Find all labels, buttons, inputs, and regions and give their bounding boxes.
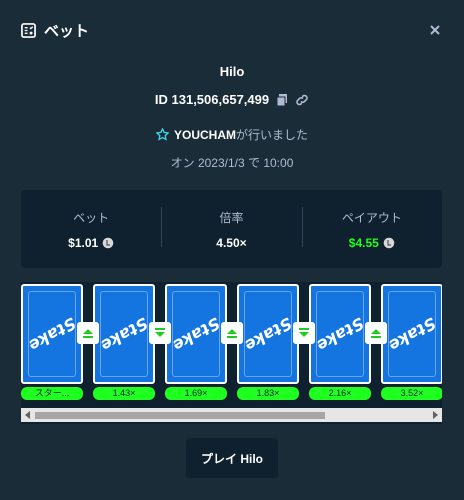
card-multiplier: スター...	[21, 387, 83, 400]
player-name[interactable]: YOUCHAM	[174, 128, 236, 142]
multiplier-value: 4.50×	[216, 235, 247, 250]
card: Stake	[165, 284, 227, 384]
bet-id-row: ID 131,506,657,499	[0, 92, 464, 107]
card-multiplier: 3.52×	[381, 387, 442, 400]
stat-multiplier: 倍率 4.50×	[161, 206, 301, 250]
bet-id: ID 131,506,657,499	[154, 92, 270, 107]
scroll-left-icon[interactable]	[24, 411, 32, 419]
payout-label: ペイアウト	[341, 210, 402, 225]
link-icon[interactable]	[295, 93, 309, 107]
card-logo: Stake	[97, 313, 151, 355]
bet-label: ベット	[73, 210, 110, 225]
payout-value-row: $4.55	[302, 236, 442, 250]
stat-bet: ベット $1.01	[21, 209, 161, 250]
multiplier-label: 倍率	[219, 210, 244, 225]
bet-slip-icon	[20, 22, 36, 38]
card-logo: Stake	[169, 313, 223, 355]
card: Stake	[309, 284, 371, 384]
lower-arrow-icon	[293, 322, 315, 344]
modal-title: ベット	[44, 22, 90, 40]
player-row: YOUCHAM が行いました	[0, 126, 464, 143]
stat-payout: ペイアウト $4.55	[301, 206, 442, 250]
stats-panel: ベット $1.01 倍率 4.50× ペイアウト $4.55	[21, 190, 442, 268]
higher-arrow-icon	[365, 322, 387, 344]
card-logo: Stake	[313, 313, 367, 355]
card: Stake	[21, 284, 83, 384]
modal-header: ベット	[0, 0, 464, 60]
higher-arrow-icon	[77, 322, 99, 344]
scrollbar-thumb[interactable]	[35, 412, 325, 419]
card-multiplier: 2.16×	[309, 387, 371, 400]
card-multiplier: 1.83×	[237, 387, 299, 400]
card: Stake	[381, 284, 442, 384]
card-logo: Stake	[241, 313, 295, 355]
player-suffix: が行いました	[235, 128, 308, 142]
card: Stake	[237, 284, 299, 384]
bet-value: $1.01	[68, 235, 99, 250]
higher-arrow-icon	[221, 322, 243, 344]
card-logo: Stake	[385, 313, 439, 355]
game-name: Hilo	[219, 64, 245, 79]
copy-icon[interactable]	[275, 93, 289, 107]
vip-star-icon	[155, 128, 169, 141]
litecoin-icon	[383, 237, 395, 249]
payout-value: $4.55	[348, 235, 379, 250]
bet-value-row: $1.01	[21, 236, 161, 250]
close-icon[interactable]	[428, 23, 442, 37]
lower-arrow-icon	[149, 322, 171, 344]
horizontal-scrollbar[interactable]	[21, 408, 442, 422]
play-hilo-button[interactable]: プレイ Hilo	[186, 438, 278, 478]
bet-date: オン 2023/1/3 で 10:00	[170, 156, 294, 170]
card-logo: Stake	[25, 313, 79, 355]
scroll-right-icon[interactable]	[431, 411, 439, 419]
litecoin-icon	[102, 237, 114, 249]
card-multiplier: 1.43×	[93, 387, 155, 400]
cards-strip[interactable]: Stake Stake Stake Stake Stake Stake スター.…	[21, 282, 442, 424]
card-multiplier: 1.69×	[165, 387, 227, 400]
card: Stake	[93, 284, 155, 384]
